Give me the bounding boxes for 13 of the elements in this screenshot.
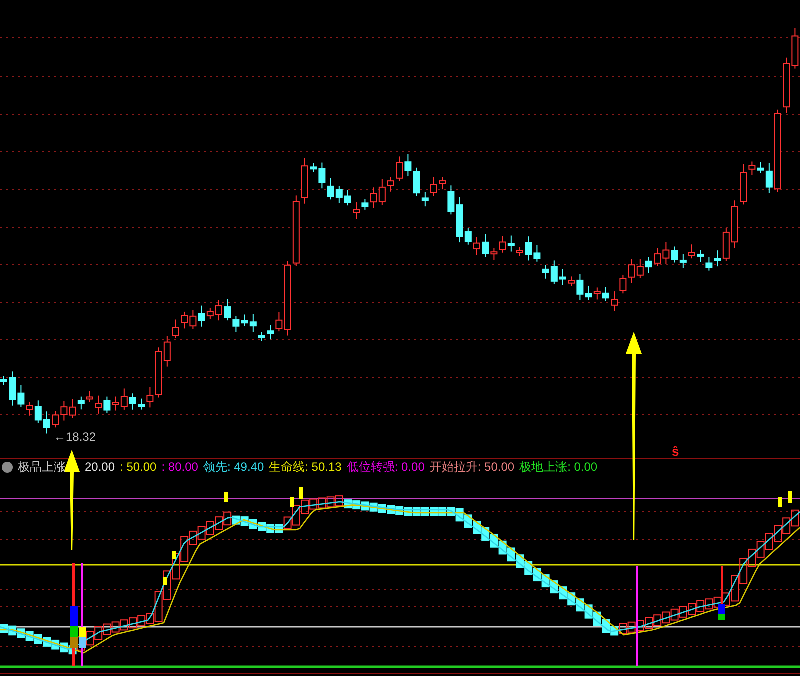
indicator-value: 低位转强: 0.00 (346, 461, 425, 473)
indicator-value: : 80.00 (162, 461, 198, 473)
indicator-value: : 50.00 (120, 461, 157, 473)
indicator-value: 极地上涨: 0.00 (520, 461, 598, 473)
indicator-value: 20.00 (85, 461, 116, 473)
indicator-value: 开始拉升: 50.00 (430, 461, 515, 473)
indicator-name: 极品上涨 (18, 461, 66, 473)
signal-block-stack (70, 606, 86, 648)
signal-block-stack (718, 604, 725, 620)
signal-marker: ŝ (672, 444, 680, 459)
price-low-label: ←18.32 (54, 430, 96, 444)
indicator-value: 领先: 49.40 (203, 461, 264, 473)
indicator-value: 生命线: 50.13 (269, 461, 342, 473)
